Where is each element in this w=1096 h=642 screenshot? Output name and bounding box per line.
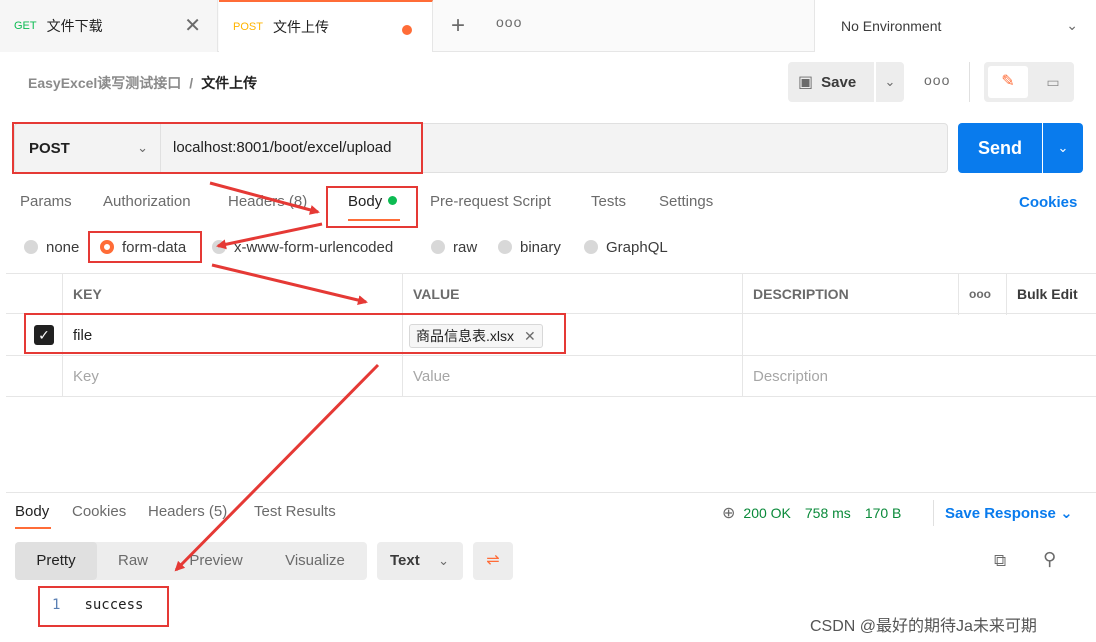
tab-method-get: GET [14,20,37,32]
radio-label: x-www-form-urlencoded [234,239,394,256]
radio-label: raw [453,239,478,256]
radio-binary[interactable]: binary [498,239,561,256]
view-pretty[interactable]: Pretty [15,542,97,580]
radio-label: GraphQL [606,239,668,256]
resp-tab-headers[interactable]: Headers (5) [148,503,227,520]
tab-pre-request-script[interactable]: Pre-request Script [430,193,551,210]
radio-raw[interactable]: raw [431,239,477,256]
header-key: KEY [62,274,402,315]
status-divider [933,500,934,526]
tab-params[interactable]: Params [20,193,72,210]
annotation-box-body-tab [326,186,418,228]
tab-headers[interactable]: Headers (8) [228,193,307,210]
tab-name: 文件下载 [46,18,103,34]
key-input[interactable]: Key [62,356,402,397]
table-row: Key Value Description [6,356,1096,397]
breadcrumb-request[interactable]: 文件上传 [201,75,257,91]
save-label: Save [821,73,857,91]
description-input[interactable]: Description [742,356,1096,397]
radio-graphql[interactable]: GraphQL [584,239,668,256]
save-icon: ▣ [798,74,814,91]
response-status: ⊕ 200 OK 758 ms 170 B [722,503,901,523]
watermark: CSDN @最好的期待Ja未来可期 [810,618,1037,635]
chevron-down-icon: ⌄ [1060,505,1073,522]
annotation-box-form-data [88,231,202,263]
resp-tab-cookies[interactable]: Cookies [72,503,126,520]
view-preview[interactable]: Preview [169,542,263,580]
breadcrumb-collection[interactable]: EasyExcel读写测试接口 [28,75,181,91]
radio-circle [212,240,226,254]
new-tab-plus-icon[interactable]: + [451,12,465,40]
annotation-box-success [38,586,169,627]
radio-x-www-form-urlencoded[interactable]: x-www-form-urlencoded [212,239,393,256]
more-options-icon[interactable]: ooo [924,72,950,88]
tab-file-upload[interactable]: POST 文件上传 [219,0,433,52]
annotation-box-url [12,122,423,174]
tab-tests[interactable]: Tests [591,193,626,210]
comment-icon[interactable]: ▭ [1036,66,1070,98]
column-options-icon[interactable]: ooo [958,274,1006,315]
more-tabs-icon[interactable]: ooo [496,14,522,30]
wrap-lines-icon[interactable]: ⇌ [473,542,513,580]
unsaved-dot-icon[interactable] [402,25,412,35]
breadcrumb: EasyExcel读写测试接口 / 文件上传 [28,73,257,93]
save-button[interactable]: ▣ Save [788,62,874,102]
resp-tab-test-results[interactable]: Test Results [254,503,336,520]
status-code: 200 OK [743,505,791,521]
save-response-button[interactable]: Save Response ⌄ [945,504,1073,522]
tab-name: 文件上传 [272,19,329,35]
radio-circle [498,240,512,254]
toolbar-divider [969,62,970,102]
radio-none[interactable]: none [24,239,79,256]
value-input[interactable]: Value [402,356,742,397]
globe-icon[interactable]: ⊕ [722,505,735,522]
resp-tab-body-label: Body [15,503,50,520]
edit-pencil-icon[interactable]: ✎ [988,66,1028,98]
chevron-down-icon: ⌄ [1066,17,1078,33]
view-raw[interactable]: Raw [97,542,169,580]
close-icon[interactable]: ✕ [184,16,201,36]
send-dropdown-button[interactable]: ⌄ [1043,123,1083,173]
save-response-label: Save Response [945,505,1056,522]
send-button[interactable]: Send [958,123,1042,173]
radio-circle [24,240,38,254]
save-dropdown-button[interactable]: ⌄ [876,62,904,102]
view-toggle: ✎ ▭ [984,62,1074,102]
tab-authorization[interactable]: Authorization [103,193,191,210]
header-value: VALUE [402,274,742,315]
radio-label: binary [520,239,561,256]
environment-label: No Environment [841,18,942,34]
header-description: DESCRIPTION [742,274,958,315]
environment-select[interactable]: No Environment ⌄ [814,0,1096,52]
view-visualize[interactable]: Visualize [263,542,367,580]
resp-tab-body[interactable]: Body [15,503,51,529]
response-size: 170 B [864,505,902,521]
annotation-box-file-row [24,313,566,354]
cookies-link[interactable]: Cookies [1019,194,1077,211]
breadcrumb-separator: / [189,75,194,91]
tab-bar: GET 文件下载 ✕ POST 文件上传 + ooo No Environmen… [0,0,1096,52]
format-select[interactable]: Text ⌄ [377,542,463,580]
copy-icon[interactable]: ⧉ [994,551,1006,571]
active-tab-underline [15,527,51,529]
response-divider[interactable] [6,492,1096,493]
tab-method-post: POST [233,21,263,33]
search-icon[interactable]: ⚲ [1043,549,1056,570]
radio-label: none [46,239,80,256]
tab-file-download[interactable]: GET 文件下载 ✕ [0,0,218,52]
radio-circle [431,240,445,254]
format-value: Text [390,552,420,569]
view-mode-segmented: Pretty Raw Preview Visualize [15,542,367,580]
response-time: 758 ms [804,505,851,521]
row-description[interactable] [742,315,1096,356]
chevron-down-icon: ⌄ [438,553,449,568]
tab-settings[interactable]: Settings [659,193,713,210]
table-header: KEY VALUE DESCRIPTION ooo Bulk Edit [6,273,1096,315]
bulk-edit-button[interactable]: Bulk Edit [1006,274,1096,315]
radio-circle [584,240,598,254]
